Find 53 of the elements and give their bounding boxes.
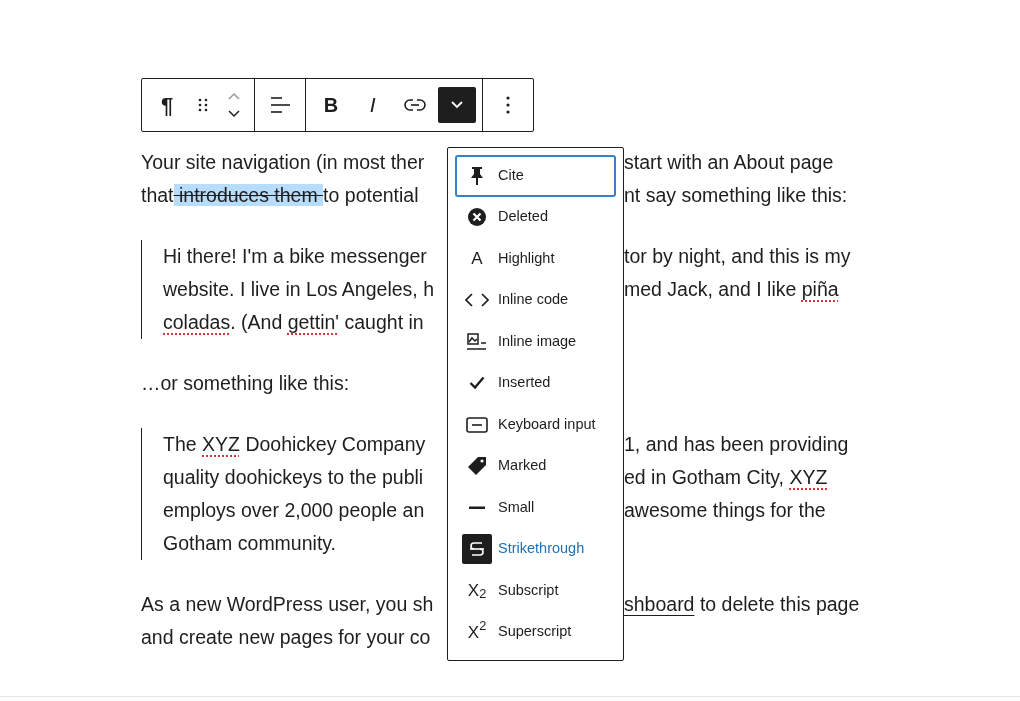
quote-text: employs over 2,000 people an: [163, 498, 425, 523]
format-menu-item[interactable]: Small: [455, 487, 616, 529]
paragraph-text: …or something like this:: [141, 371, 350, 396]
format-menu-item[interactable]: Inline image: [455, 321, 616, 363]
paragraph-text: start with an About page: [624, 150, 834, 175]
more-options-icon: [506, 96, 510, 114]
code-icon: [465, 292, 489, 309]
chevron-down-icon: [451, 101, 463, 109]
paragraph-text: Your site navigation (in most ther: [141, 150, 425, 175]
pin-icon: [470, 165, 484, 186]
quote-text: awesome things for the: [624, 498, 826, 523]
quote-text: quality doohickeys to the publi: [163, 465, 424, 490]
strikethrough-icon: [469, 540, 485, 559]
quote-text: 1, and has been providing: [624, 432, 849, 457]
bold-button[interactable]: B: [312, 87, 350, 123]
paragraph-button[interactable]: ¶: [148, 87, 186, 123]
format-menu-item[interactable]: Deleted: [455, 196, 616, 238]
format-menu-item[interactable]: Keyboard input: [455, 404, 616, 446]
quote-text: ed in Gotham City, XYZ: [624, 465, 828, 490]
drag-handle-icon: [197, 97, 209, 113]
paragraph-text: and create new pages for your co: [141, 625, 431, 650]
format-menu-item[interactable]: X$^{2}$ Superscript: [455, 611, 616, 653]
quote-text: website. I live in Los Angeles, h: [163, 277, 434, 302]
letter-icon: X$_{2}$: [462, 575, 492, 606]
format-menu-item[interactable]: Strikethrough: [455, 528, 616, 570]
quote-text: coladas. (And gettin' caught in: [163, 310, 424, 335]
paragraph-text: shboard to delete this page: [624, 592, 860, 617]
quote-text: tor by night, and this is my: [624, 244, 851, 269]
check-icon: [469, 376, 485, 391]
quote-text: Gotham community.: [163, 531, 337, 556]
link-icon: [404, 98, 426, 112]
letter-icon: X$^{2}$: [462, 617, 492, 648]
close-circle-icon: [467, 207, 487, 228]
keyboard-icon: [466, 416, 488, 433]
quote-text: med Jack, and I like piña: [624, 277, 839, 302]
format-menu-item[interactable]: Cite: [455, 155, 616, 197]
format-menu-item[interactable]: Inserted: [455, 362, 616, 404]
align-left-icon: [270, 96, 290, 114]
italic-button[interactable]: I: [354, 87, 392, 123]
quote-text: The XYZ Doohickey Company: [163, 432, 426, 457]
dash-icon: [469, 505, 485, 510]
paragraph-text: nt say something like this:: [624, 183, 848, 208]
format-menu-item[interactable]: Marked: [455, 445, 616, 487]
tag-icon: [467, 456, 487, 477]
image-icon: [467, 332, 487, 351]
paragraph-text: As a new WordPress user, you sh: [141, 592, 434, 617]
format-menu-item[interactable]: Inline code: [455, 279, 616, 321]
paragraph-text: that introduces them to potential: [141, 183, 419, 208]
letter-icon: A: [462, 243, 492, 274]
quote-text: Hi there! I'm a bike messenger: [163, 244, 427, 269]
format-menu-item[interactable]: A Highlight: [455, 238, 616, 280]
more-formats-button[interactable]: [438, 87, 476, 123]
format-menu-item[interactable]: X$_{2}$ Subscript: [455, 570, 616, 612]
